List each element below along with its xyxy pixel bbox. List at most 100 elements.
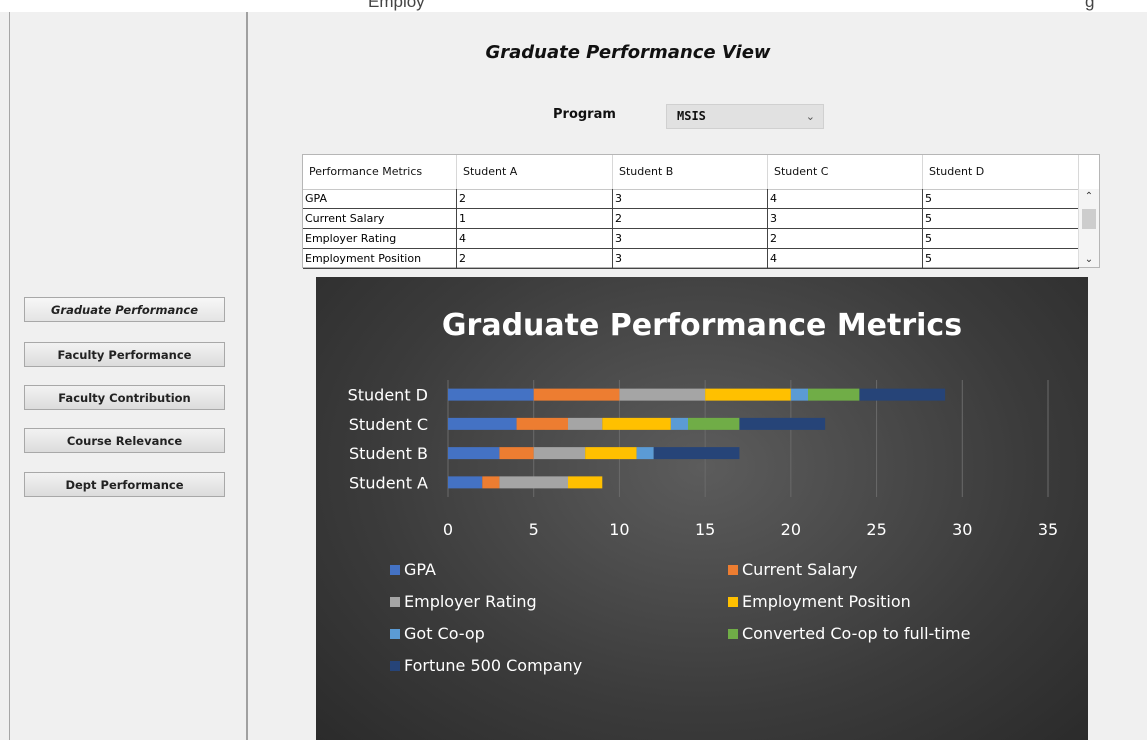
x-tick-label: 25 — [866, 520, 886, 539]
chart-legend: GPA Current Salary Employer Rating Employme… — [390, 560, 970, 675]
program-dropdown[interactable]: MSIS ⌄ — [666, 104, 824, 129]
table-cell[interactable]: 3 — [613, 249, 768, 268]
table-cell[interactable]: GPA — [303, 189, 457, 208]
table-cell[interactable]: 3 — [768, 209, 923, 228]
bar-segment — [670, 417, 688, 430]
legend-swatch — [390, 629, 400, 639]
table-cell[interactable]: Employer Rating — [303, 229, 457, 248]
table-row[interactable]: Employment Position 2 3 4 5 — [303, 249, 1079, 269]
bar-segment — [533, 447, 586, 460]
bar-segment — [448, 476, 483, 489]
metrics-table[interactable]: Performance Metrics Student A Student B … — [302, 154, 1100, 269]
faculty-contribution-button[interactable]: Faculty Contribution — [24, 385, 225, 410]
table-cell[interactable]: 2 — [457, 249, 613, 268]
table-row[interactable]: GPA 2 3 4 5 — [303, 189, 1079, 209]
legend-swatch — [728, 565, 738, 575]
faculty-performance-button[interactable]: Faculty Performance — [24, 342, 225, 367]
table-header-cell[interactable]: Student D — [923, 155, 1079, 189]
chevron-down-icon: ⌄ — [805, 110, 815, 123]
category-label: Student A — [349, 473, 428, 492]
chart-bars — [448, 388, 946, 489]
table-cell[interactable]: 4 — [768, 189, 923, 208]
bar-segment — [568, 417, 603, 430]
bar-segment — [448, 417, 517, 430]
legend-swatch — [728, 629, 738, 639]
legend-swatch — [390, 597, 400, 607]
course-relevance-button[interactable]: Course Relevance — [24, 428, 225, 453]
table-body: GPA 2 3 4 5 Current Salary 1 2 3 5 Emplo… — [303, 189, 1079, 269]
chart-category-labels: Student A Student B Student C Student D — [348, 386, 428, 493]
legend-swatch — [390, 661, 400, 671]
bar-segment — [482, 476, 500, 489]
legend-label: GPA — [404, 560, 436, 579]
bar-segment — [533, 388, 620, 401]
graduate-performance-button[interactable]: Graduate Performance — [24, 297, 225, 322]
x-tick-label: 15 — [695, 520, 715, 539]
x-tick-label: 5 — [529, 520, 539, 539]
bar-segment — [568, 476, 603, 489]
table-cell[interactable]: 2 — [457, 189, 613, 208]
table-cell[interactable]: 5 — [923, 249, 1079, 268]
performance-chart: Graduate Performance Metrics Student A St… — [316, 277, 1088, 752]
main-panel: Graduate Performance View Program MSIS ⌄… — [248, 12, 1147, 752]
program-selected-value: MSIS — [677, 109, 706, 123]
x-tick-label: 10 — [609, 520, 629, 539]
table-cell[interactable]: Current Salary — [303, 209, 457, 228]
bar-segment — [705, 388, 791, 401]
bar-segment — [499, 476, 568, 489]
legend-label: Converted Co-op to full-time — [742, 624, 970, 643]
legend-swatch — [728, 597, 738, 607]
table-cell[interactable]: 5 — [923, 229, 1079, 248]
table-cell[interactable]: 3 — [613, 229, 768, 248]
table-header-cell[interactable]: Student A — [457, 155, 613, 189]
table-header-cell[interactable]: Student C — [768, 155, 923, 189]
table-row[interactable]: Current Salary 1 2 3 5 — [303, 209, 1079, 229]
legend-label: Fortune 500 Company — [404, 656, 582, 675]
table-cell[interactable]: 3 — [613, 189, 768, 208]
bottom-strip — [0, 740, 1147, 752]
chart-x-tick-labels: 0 5 10 15 20 25 30 35 — [443, 520, 1058, 539]
clipped-text-left: Employ — [368, 0, 425, 11]
table-cell[interactable]: 1 — [457, 209, 613, 228]
bar-segment — [636, 447, 654, 460]
dept-performance-button[interactable]: Dept Performance — [24, 472, 225, 497]
top-clipped-strip: Employ g — [0, 0, 1147, 12]
page-title: Graduate Performance View — [485, 42, 771, 63]
bar-segment — [688, 417, 740, 430]
category-label: Student C — [349, 415, 428, 434]
table-scrollbar[interactable]: ⌃ ⌄ — [1078, 189, 1099, 267]
legend-label: Employment Position — [742, 592, 911, 611]
legend-label: Got Co-op — [404, 624, 485, 643]
clipped-text-right: g — [1085, 0, 1095, 11]
bar-segment — [602, 417, 671, 430]
bar-segment — [448, 447, 500, 460]
scroll-up-icon[interactable]: ⌃ — [1079, 191, 1099, 202]
table-cell[interactable]: 4 — [457, 229, 613, 248]
chart-title: Graduate Performance Metrics — [442, 308, 962, 343]
table-header-cell[interactable]: Performance Metrics — [303, 155, 457, 189]
program-label: Program — [553, 107, 616, 122]
x-tick-label: 35 — [1038, 520, 1058, 539]
legend-swatch — [390, 565, 400, 575]
x-tick-label: 20 — [781, 520, 801, 539]
bar-segment — [739, 417, 826, 430]
bar-segment — [516, 417, 568, 430]
bar-segment — [859, 388, 946, 401]
table-cell[interactable]: Employment Position — [303, 249, 457, 268]
legend-label: Employer Rating — [404, 592, 537, 611]
x-tick-label: 30 — [952, 520, 972, 539]
bar-segment — [585, 447, 637, 460]
x-tick-label: 0 — [443, 520, 453, 539]
table-header-cell[interactable]: Student B — [613, 155, 768, 189]
table-cell[interactable]: 4 — [768, 249, 923, 268]
table-cell[interactable]: 2 — [613, 209, 768, 228]
scroll-thumb[interactable] — [1082, 209, 1096, 229]
table-header-row: Performance Metrics Student A Student B … — [303, 155, 1079, 190]
sidebar: Graduate Performance Faculty Performance… — [9, 12, 248, 752]
bar-segment — [448, 388, 534, 401]
table-cell[interactable]: 5 — [923, 209, 1079, 228]
scroll-down-icon[interactable]: ⌄ — [1079, 254, 1099, 265]
table-cell[interactable]: 5 — [923, 189, 1079, 208]
table-cell[interactable]: 2 — [768, 229, 923, 248]
table-row[interactable]: Employer Rating 4 3 2 5 — [303, 229, 1079, 249]
